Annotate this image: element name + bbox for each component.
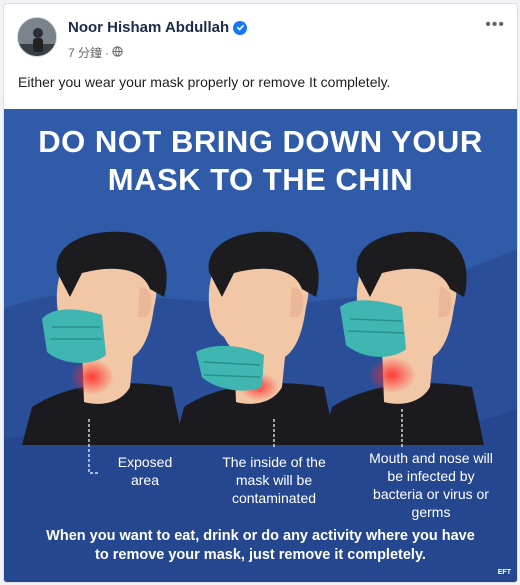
- label-2-line-2: mask will be: [235, 472, 313, 488]
- poster-bottom-text: When you want to eat, drink or do any ac…: [4, 527, 517, 565]
- bottom-line-2: to remove your mask, just remove it comp…: [95, 547, 426, 563]
- label-3-line-2: be infected by: [387, 468, 475, 484]
- label-2-line-1: The inside of the: [222, 454, 326, 470]
- bottom-line-1: When you want to eat, drink or do any ac…: [46, 528, 475, 544]
- label-3-line-1: Mouth and nose will: [369, 450, 493, 466]
- avatar[interactable]: [17, 17, 57, 57]
- label-3-line-3: bacteria or virus or: [373, 486, 489, 502]
- label-exposed-area: Exposed area: [104, 453, 186, 489]
- watermark: EFT: [497, 569, 511, 576]
- post-caption: Either you wear your mask properly or re…: [18, 74, 391, 90]
- more-options-icon[interactable]: •••: [485, 16, 505, 34]
- post-time[interactable]: 7 分鐘: [68, 44, 102, 61]
- author-name-text[interactable]: Noor Hisham Abdullah: [68, 19, 229, 36]
- label-1-line-2: area: [130, 472, 160, 488]
- label-mask-contaminated: The inside of the mask will be contamina…: [204, 453, 344, 507]
- post-image[interactable]: DO NOT BRING DOWN YOUR MASK TO THE CHIN: [4, 109, 517, 582]
- meta-separator: ·: [105, 45, 110, 60]
- post-card: Noor Hisham Abdullah 7 分鐘 · ••• Either y…: [3, 3, 518, 583]
- author-name[interactable]: Noor Hisham Abdullah: [68, 19, 248, 36]
- globe-icon: [112, 45, 123, 60]
- verified-badge-icon: [233, 20, 248, 35]
- label-1-line-1: Exposed: [117, 454, 173, 470]
- label-3-line-4: germs: [411, 504, 451, 520]
- label-2-line-3: contaminated: [231, 490, 317, 506]
- post-meta: 7 分鐘 ·: [68, 44, 123, 61]
- label-nose-infected: Mouth and nose will be infected by bacte…: [356, 449, 506, 521]
